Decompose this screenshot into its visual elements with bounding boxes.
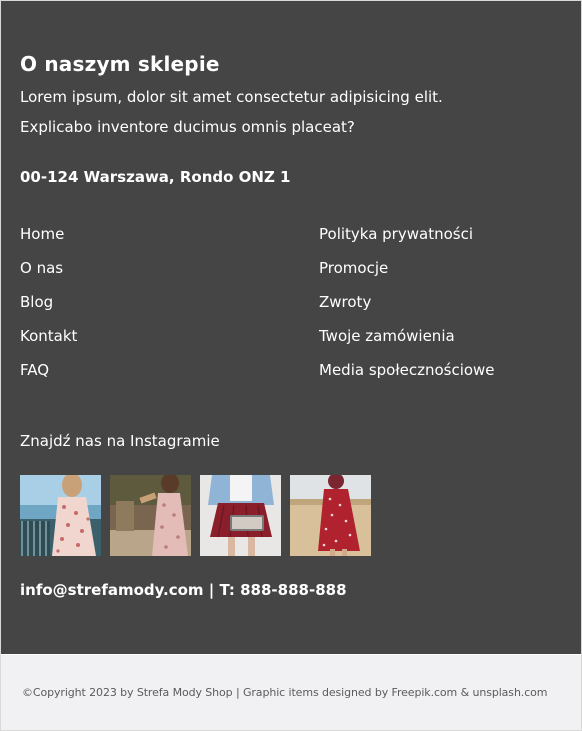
instagram-photo-4[interactable] [290,475,371,556]
copyright-separator: & [457,686,473,699]
nav-link-about[interactable]: O nas [20,258,77,292]
nav-link-returns[interactable]: Zwroty [319,292,495,326]
instagram-photo-1[interactable] [20,475,101,556]
about-description-line1: Lorem ipsum, dolor sit amet consectetur … [20,88,443,106]
instagram-gallery [20,475,371,556]
footer-nav-left: Home O nas Blog Kontakt FAQ [20,224,77,394]
nav-link-contact[interactable]: Kontakt [20,326,77,360]
nav-link-faq[interactable]: FAQ [20,360,77,394]
nav-link-social-media[interactable]: Media społecznościowe [319,360,495,394]
instagram-heading: Znajdź nas na Instagramie [20,432,220,450]
footer-nav-right: Polityka prywatności Promocje Zwroty Two… [319,224,495,394]
unsplash-link[interactable]: unsplash.com [472,686,547,699]
freepik-link[interactable]: Freepik.com [392,686,458,699]
instagram-photo-2[interactable] [110,475,191,556]
footer: O naszym sklepie Lorem ipsum, dolor sit … [1,1,581,654]
nav-link-promotions[interactable]: Promocje [319,258,495,292]
nav-link-home[interactable]: Home [20,224,77,258]
woman-red-polka-dress-field-photo [290,475,371,556]
nav-link-your-orders[interactable]: Twoje zamówienia [319,326,495,360]
nav-link-privacy-policy[interactable]: Polityka prywatności [319,224,495,258]
copyright-bar: ©Copyright 2023 by Strefa Mody Shop | Gr… [1,655,581,730]
nav-link-blog[interactable]: Blog [20,292,77,326]
copyright-text: ©Copyright 2023 by Strefa Mody Shop | Gr… [22,686,548,699]
woman-pink-dress-walking-photo [110,475,191,556]
about-title: O naszym sklepie [20,52,220,76]
about-description-line2: Explicabo inventore ducimus omnis placea… [20,118,355,136]
copyright-prefix: ©Copyright 2023 by Strefa Mody Shop | Gr… [22,686,392,699]
store-address: 00-124 Warszawa, Rondo ONZ 1 [20,168,291,186]
woman-floral-dress-seaside-photo [20,475,101,556]
contact-info: info@strefamody.com | T: 888-888-888 [20,581,347,599]
instagram-photo-3[interactable] [200,475,281,556]
woman-red-skirt-denim-jacket-photo [200,475,281,556]
